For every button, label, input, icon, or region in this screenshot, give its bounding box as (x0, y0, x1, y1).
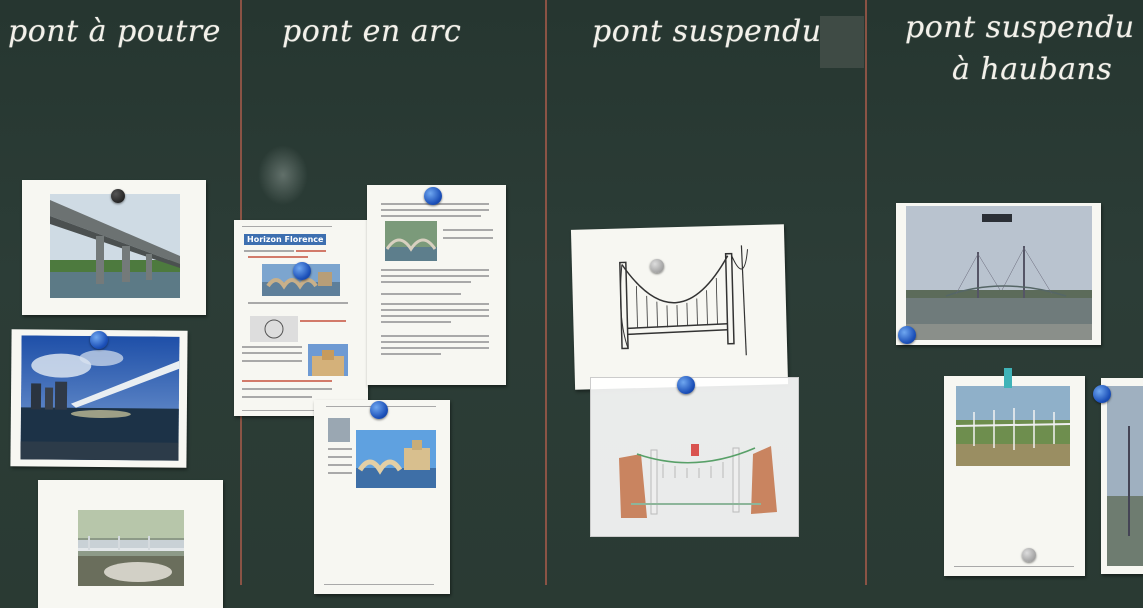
light-reflection (258, 145, 308, 205)
plastic-sleeve (590, 377, 799, 537)
chalkboard: pont à poutre pont en arc pont suspendu … (0, 0, 1143, 608)
heading-cable-stayed-line2: à haubans (952, 52, 1113, 87)
blue-magnet (1093, 385, 1111, 403)
dark-magnet (111, 189, 125, 203)
footbridge-photo (78, 510, 184, 586)
partial-sheet (1101, 378, 1143, 574)
cable-stayed-photo-card (896, 203, 1101, 345)
eraser-smudge (820, 16, 864, 68)
column-divider (865, 0, 867, 585)
palace-thumbnail (308, 344, 348, 376)
normandy-bridge-photo (906, 206, 1092, 340)
grey-magnet (1022, 548, 1036, 562)
heading-arch-bridge: pont en arc (282, 14, 462, 49)
arch-bridge-thumbnail (385, 221, 437, 261)
footbridge-photo-card (38, 480, 223, 608)
beam-bridge-photo (50, 194, 180, 298)
suspension-bridge-colored-drawing (619, 444, 777, 518)
beam-bridge-night-card (10, 329, 188, 468)
document-sketch-image (250, 316, 298, 342)
heading-beam-bridge: pont à poutre (8, 14, 221, 49)
blue-magnet (898, 326, 916, 344)
arch-bridge-text-sheet (367, 185, 506, 385)
blue-magnet (677, 376, 695, 394)
blue-magnet (293, 262, 311, 280)
partial-photo (1107, 386, 1143, 566)
millau-viaduct-photo (956, 386, 1070, 466)
millau-viaduct-sheet (944, 376, 1085, 576)
heading-cable-stayed-line1: pont suspendu (905, 10, 1135, 45)
avignon-bridge-sheet (314, 400, 450, 594)
city-bridge-photo (20, 335, 180, 461)
document-title: Horizon Florence (244, 234, 327, 245)
blue-magnet (370, 401, 388, 419)
tape-clip (1004, 368, 1012, 388)
column-divider (545, 0, 547, 585)
arch-bridge-document: Horizon Florence (234, 220, 368, 416)
suspension-bridge-drawing (570, 224, 789, 390)
avignon-bridge-photo (356, 430, 436, 488)
heading-suspension-bridge: pont suspendu (592, 14, 822, 49)
suspension-bridge-sketch (619, 245, 749, 356)
grey-magnet (650, 259, 664, 273)
blue-magnet (424, 187, 442, 205)
small-thumbnail (328, 418, 350, 442)
blue-magnet (90, 331, 108, 349)
